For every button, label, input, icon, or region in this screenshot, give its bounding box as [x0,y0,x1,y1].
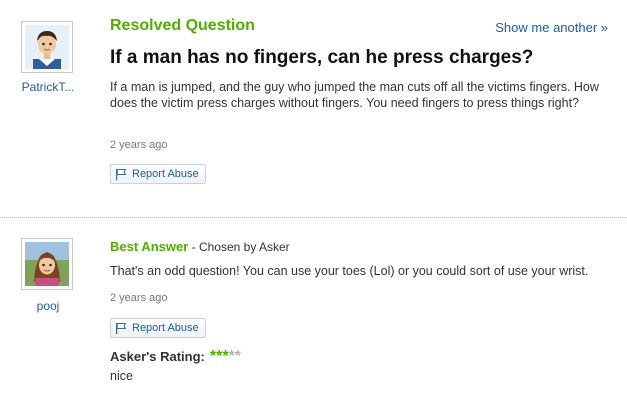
star-empty-icon: * [234,348,242,365]
flag-icon [116,323,127,334]
chosen-by-text: - Chosen by Asker [188,240,290,254]
section-divider [0,217,627,218]
question-timestamp: 2 years ago [110,139,168,151]
asker-rating-label: Asker's Rating: [110,349,205,364]
report-abuse-button-answer[interactable]: Report Abuse [110,318,206,338]
answer-body: That's an odd question! You can use your… [110,264,589,278]
report-abuse-button-question[interactable]: Report Abuse [110,164,206,184]
report-abuse-label: Report Abuse [132,322,199,334]
question-title: If a man has no fingers, can he press ch… [110,47,534,68]
asker-avatar[interactable] [21,21,73,73]
answer-timestamp: 2 years ago [110,292,168,304]
answerer-avatar[interactable] [21,238,73,290]
female-avatar-icon [25,242,69,286]
show-me-another-link[interactable]: Show me another » [495,20,608,35]
answerer-name-link[interactable]: pooj [8,299,88,313]
asker-name-link[interactable]: PatrickT... [8,80,88,94]
rating-stars: ***** [210,348,242,365]
asker-rating: Asker's Rating: ***** [110,348,242,365]
best-answer-label: Best Answer [110,239,189,254]
report-abuse-label: Report Abuse [132,168,199,180]
male-avatar-icon [25,25,69,69]
question-body: If a man is jumped, and the guy who jump… [110,80,599,110]
flag-icon [116,169,127,180]
resolved-question-heading: Resolved Question [110,17,255,34]
best-answer-heading: Best Answer - Chosen by Asker [110,239,290,254]
rating-comment: nice [110,369,133,383]
